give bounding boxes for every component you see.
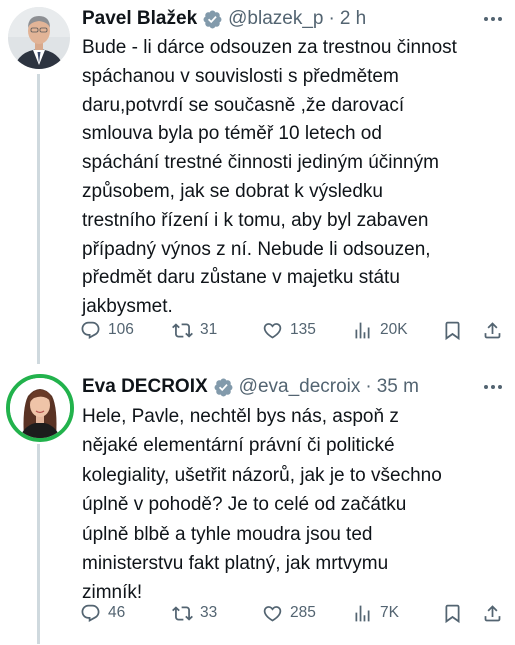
separator-dot: ·: [328, 8, 335, 29]
separator-dot: ·: [365, 376, 372, 397]
timestamp[interactable]: 35 m: [377, 376, 419, 398]
reply-icon: [81, 604, 100, 622]
views-button[interactable]: 20K: [352, 320, 408, 341]
tweet-text-line: případný výnos z ní. Nebude li odsouzen,: [82, 238, 431, 260]
thread-line: [37, 74, 40, 364]
retweet-count: 33: [200, 604, 218, 621]
tweet-text-line: spáchání trestné činnosti jediným účinný…: [82, 152, 439, 174]
avatar-man-image: [8, 7, 70, 69]
retweet-button[interactable]: 31: [172, 320, 217, 341]
tweet-text-line: ministerstvu fakt platný, jak mrtvymu: [82, 553, 389, 575]
tweet[interactable]: Eva DECROIX @eva_decroix · 35 m Hele, Pa…: [0, 362, 515, 645]
reply-button[interactable]: 106: [80, 320, 134, 341]
tweet-text-line: trestního řízení i k tomu, aby byl zabav…: [82, 209, 429, 231]
retweet-icon: [172, 605, 193, 621]
views-icon: [355, 605, 370, 621]
like-button[interactable]: 285: [262, 603, 316, 624]
thread-line: [37, 444, 40, 644]
like-button[interactable]: 135: [262, 320, 316, 341]
tweet-text-line: Bude - li dárce odsouzen za trestnou čin…: [82, 37, 457, 58]
tweet-text-line: úplně blbě a tyhle moudra jsou ted: [82, 523, 373, 545]
tweet-text-line: nějaké elementární právní či politické: [82, 435, 395, 457]
bookmark-button[interactable]: [442, 320, 463, 341]
tweet-text-line: daru,potvrdí se současně ,že darovací: [82, 94, 405, 116]
views-count: 7K: [380, 604, 399, 621]
share-icon: [484, 321, 501, 338]
bookmark-icon: [445, 604, 460, 623]
more-icon[interactable]: [481, 378, 505, 396]
views-count: 20K: [380, 321, 408, 338]
tweet-text-line: úplně v pohodě? Je to celé od začátku: [82, 494, 407, 516]
author-name[interactable]: Eva DECROIX: [82, 376, 208, 398]
more-icon[interactable]: [481, 10, 505, 28]
tweet-text: Hele, Pavle, nechtěl bys nás, aspoň z ně…: [82, 402, 502, 608]
share-button[interactable]: [482, 603, 503, 624]
like-count: 135: [290, 321, 316, 338]
retweet-button[interactable]: 33: [172, 603, 217, 624]
bookmark-button[interactable]: [442, 603, 463, 624]
views-icon: [355, 322, 370, 338]
reply-count: 106: [108, 321, 134, 338]
bookmark-icon: [445, 321, 460, 340]
avatar[interactable]: [6, 374, 74, 442]
timestamp[interactable]: 2 h: [340, 8, 366, 30]
share-button[interactable]: [482, 320, 503, 341]
like-icon: [263, 322, 282, 339]
action-bar: 106 31 135 20K: [80, 315, 507, 345]
tweet-text: Bude - li dárce odsouzen za trestnou čin…: [82, 34, 502, 322]
tweet-text-line: kolegiality, ušetřit názorů, jak je to v…: [82, 464, 442, 486]
author-name[interactable]: Pavel Blažek: [82, 8, 197, 30]
tweet-text-line: předmět daru zůstane v majetku státu: [82, 267, 400, 289]
retweet-count: 31: [200, 321, 218, 338]
tweet-header: Eva DECROIX @eva_decroix · 35 m: [82, 374, 419, 400]
tweet-text-line: Hele, Pavle, nechtěl bys nás, aspoň z: [82, 406, 399, 427]
share-icon: [484, 604, 501, 621]
author-handle[interactable]: @eva_decroix: [239, 376, 361, 398]
reply-button[interactable]: 46: [80, 603, 125, 624]
retweet-icon: [172, 322, 193, 338]
like-count: 285: [290, 604, 316, 621]
tweet-text-line: způsobem, jak se dobrat k výsledku: [82, 180, 383, 202]
reply-count: 46: [108, 604, 126, 621]
tweet-header: Pavel Blažek @blazek_p · 2 h: [82, 6, 366, 32]
verified-icon[interactable]: [213, 377, 234, 398]
views-button[interactable]: 7K: [352, 603, 399, 624]
avatar[interactable]: [8, 7, 70, 69]
avatar-woman-image: [10, 378, 70, 438]
reply-icon: [81, 321, 100, 339]
verified-icon[interactable]: [202, 9, 223, 30]
author-handle[interactable]: @blazek_p: [228, 8, 323, 30]
action-bar: 46 33 285 7K: [80, 598, 507, 628]
tweet-text-line: smlouva byla po téměř 10 letech od: [82, 123, 382, 145]
tweet-text-line: spáchanou v souvislosti s předmětem: [82, 65, 399, 87]
tweet[interactable]: Pavel Blažek @blazek_p · 2 h Bude - li d…: [0, 0, 515, 364]
like-icon: [263, 605, 282, 622]
